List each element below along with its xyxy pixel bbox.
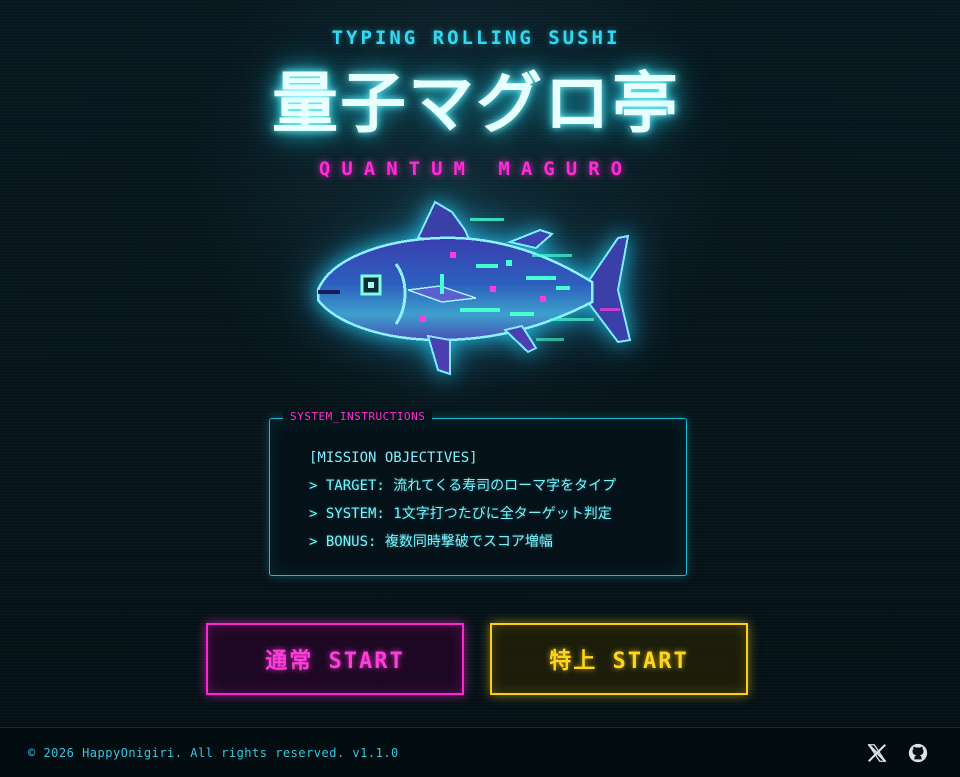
special-start-button[interactable]: 特上 START [490, 623, 748, 695]
game-title-en: QUANTUM MAGURO [318, 158, 634, 180]
title-screen: TYPING ROLLING SUSHI 量子マグロ亭 QUANTUM MAGU… [0, 0, 960, 777]
github-icon[interactable] [907, 742, 929, 764]
game-subtitle: TYPING ROLLING SUSHI [331, 27, 621, 49]
quantum-tuna-image [300, 190, 650, 390]
instruction-target: > TARGET: 流れてくる寿司のローマ字をタイプ [309, 478, 617, 494]
game-title-jp: 量子マグロ亭 [272, 65, 680, 142]
x-logo-icon[interactable] [866, 742, 888, 764]
normal-start-button[interactable]: 通常 START [206, 623, 464, 695]
instructions-text: [MISSION OBJECTIVES] > TARGET: 流れてくる寿司のロ… [309, 444, 616, 556]
mission-heading: [MISSION OBJECTIVES] [309, 450, 478, 466]
panel-tag: SYSTEM_INSTRUCTIONS [283, 410, 433, 423]
footer: © 2026 HappyOnigiri. All rights reserved… [0, 727, 960, 777]
instruction-bonus: > BONUS: 複数同時撃破でスコア増幅 [309, 534, 553, 550]
copyright-text: © 2026 HappyOnigiri. All rights reserved… [28, 746, 399, 760]
system-instructions-panel: SYSTEM_INSTRUCTIONS [MISSION OBJECTIVES]… [269, 410, 687, 576]
instruction-system: > SYSTEM: 1文字打つたびに全ターゲット判定 [309, 506, 612, 522]
